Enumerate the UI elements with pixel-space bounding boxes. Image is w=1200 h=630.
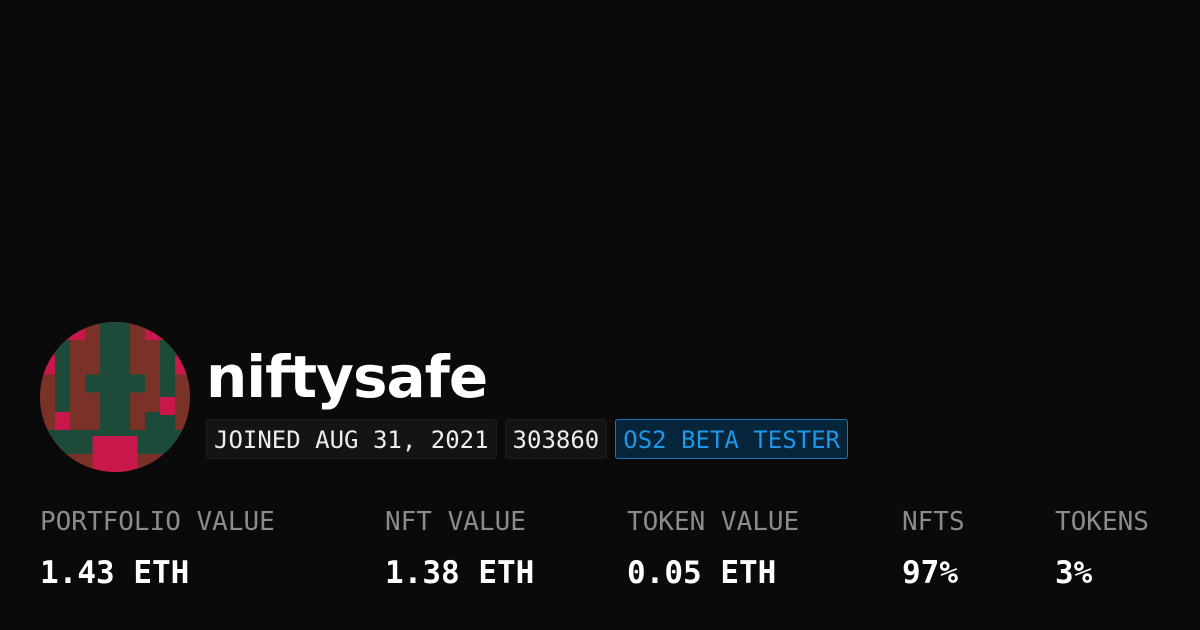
stat-value: 1.43 ETH — [40, 555, 190, 591]
stat-value: 1.38 ETH — [385, 555, 535, 591]
stat-label: TOKENS — [1055, 507, 1149, 537]
stat-label: NFT VALUE — [385, 507, 526, 537]
stat-value: 0.05 ETH — [627, 555, 777, 591]
avatar[interactable] — [40, 322, 190, 472]
stat-portfolio-value: PORTFOLIO VALUE 1.43 ETH — [40, 505, 275, 592]
stat-label: TOKEN VALUE — [627, 507, 800, 537]
joined-date-badge: JOINED AUG 31, 2021 — [206, 419, 497, 459]
stat-token-value: TOKEN VALUE 0.05 ETH — [627, 505, 799, 592]
beta-tester-badge: OS2 BETA TESTER — [615, 419, 848, 459]
username: niftysafe — [206, 343, 488, 411]
pixel-art-avatar-icon — [40, 322, 190, 472]
number-badge: 303860 — [504, 419, 608, 459]
stat-value: 3% — [1055, 555, 1093, 591]
stat-label: NFTS — [902, 507, 965, 537]
stat-label: PORTFOLIO VALUE — [40, 507, 275, 537]
stat-nfts: NFTS 97% — [902, 505, 965, 592]
stat-tokens: TOKENS 3% — [1055, 505, 1149, 592]
stat-nft-value: NFT VALUE 1.38 ETH — [385, 505, 534, 592]
profile-badges: JOINED AUG 31, 2021 303860 OS2 BETA TEST… — [206, 419, 848, 459]
stat-value: 97% — [902, 555, 958, 591]
